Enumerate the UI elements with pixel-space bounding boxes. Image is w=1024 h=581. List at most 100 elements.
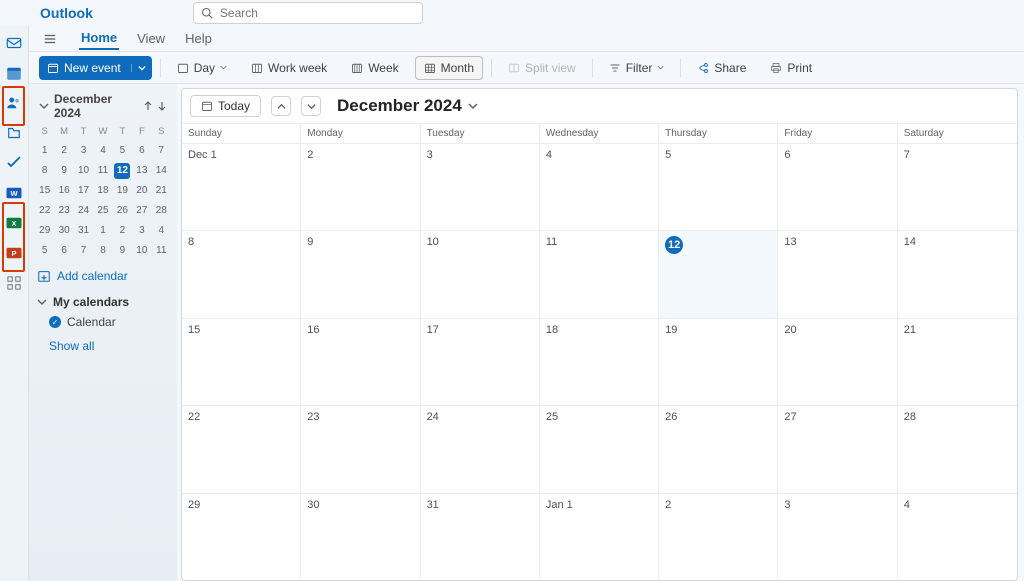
tab-home[interactable]: Home — [79, 27, 119, 50]
mini-day-cell[interactable]: 17 — [76, 183, 92, 199]
mini-day-cell[interactable]: 9 — [114, 243, 130, 259]
day-cell[interactable]: 13 — [778, 230, 897, 317]
day-cell[interactable]: 14 — [898, 230, 1017, 317]
day-cell[interactable]: 8 — [182, 230, 301, 317]
day-cell[interactable]: 30 — [301, 493, 420, 580]
next-month-button[interactable] — [301, 96, 321, 116]
day-cell[interactable]: 20 — [778, 318, 897, 405]
day-cell[interactable]: 22 — [182, 405, 301, 492]
mini-day-cell[interactable]: 5 — [114, 143, 130, 159]
mini-day-cell[interactable]: 10 — [134, 243, 150, 259]
day-cell[interactable]: 15 — [182, 318, 301, 405]
hamburger-icon[interactable] — [43, 32, 57, 46]
day-cell[interactable]: 24 — [421, 405, 540, 492]
mini-day-cell[interactable]: 7 — [153, 143, 169, 159]
mini-day-cell[interactable]: 24 — [76, 203, 92, 219]
word-icon[interactable]: W — [5, 184, 23, 202]
mini-day-cell[interactable]: 5 — [37, 243, 53, 259]
view-workweek-button[interactable]: Work week — [243, 56, 335, 80]
day-cell[interactable]: 29 — [182, 493, 301, 580]
day-cell[interactable]: 27 — [778, 405, 897, 492]
mini-day-cell[interactable]: 11 — [95, 163, 111, 179]
day-cell[interactable]: 2 — [659, 493, 778, 580]
mini-day-cell[interactable]: 14 — [153, 163, 169, 179]
day-cell[interactable]: 12 — [659, 230, 778, 317]
mini-prev-month[interactable] — [141, 99, 155, 113]
todo-icon[interactable] — [5, 154, 23, 172]
mini-day-cell[interactable]: 20 — [134, 183, 150, 199]
day-cell[interactable]: 3 — [421, 143, 540, 230]
mini-next-month[interactable] — [155, 99, 169, 113]
day-cell[interactable]: 9 — [301, 230, 420, 317]
day-cell[interactable]: 17 — [421, 318, 540, 405]
mini-day-cell[interactable]: 6 — [134, 143, 150, 159]
files-icon[interactable] — [5, 124, 23, 142]
day-cell[interactable]: 18 — [540, 318, 659, 405]
mini-day-cell[interactable]: 15 — [37, 183, 53, 199]
mini-day-cell[interactable]: 6 — [56, 243, 72, 259]
mini-day-cell[interactable]: 2 — [114, 223, 130, 239]
mini-day-cell[interactable]: 1 — [95, 223, 111, 239]
day-cell[interactable]: 25 — [540, 405, 659, 492]
mini-day-cell[interactable]: 21 — [153, 183, 169, 199]
day-cell[interactable]: 10 — [421, 230, 540, 317]
day-cell[interactable]: 4 — [540, 143, 659, 230]
new-event-dropdown[interactable] — [131, 64, 152, 72]
tab-help[interactable]: Help — [183, 28, 214, 49]
view-month-button[interactable]: Month — [415, 56, 483, 80]
mail-icon[interactable] — [5, 34, 23, 52]
mini-day-cell[interactable]: 22 — [37, 203, 53, 219]
day-cell[interactable]: 31 — [421, 493, 540, 580]
day-cell[interactable]: Jan 1 — [540, 493, 659, 580]
mini-day-cell[interactable]: 9 — [56, 163, 72, 179]
day-cell[interactable]: 23 — [301, 405, 420, 492]
add-calendar-button[interactable]: Add calendar — [37, 269, 169, 283]
prev-month-button[interactable] — [271, 96, 291, 116]
mini-day-cell[interactable]: 29 — [37, 223, 53, 239]
mini-day-cell[interactable]: 31 — [76, 223, 92, 239]
day-cell[interactable]: 5 — [659, 143, 778, 230]
mini-day-cell[interactable]: 1 — [37, 143, 53, 159]
view-week-button[interactable]: Week — [343, 56, 406, 80]
day-cell[interactable]: 2 — [301, 143, 420, 230]
mini-day-cell[interactable]: 25 — [95, 203, 111, 219]
share-button[interactable]: Share — [689, 56, 754, 80]
day-cell[interactable]: Dec 1 — [182, 143, 301, 230]
mini-day-cell[interactable]: 19 — [114, 183, 130, 199]
day-cell[interactable]: 21 — [898, 318, 1017, 405]
mini-day-cell[interactable]: 11 — [153, 243, 169, 259]
today-button[interactable]: Today — [190, 95, 261, 117]
day-cell[interactable]: 6 — [778, 143, 897, 230]
new-event-button[interactable]: New event — [39, 56, 152, 80]
show-all-link[interactable]: Show all — [49, 339, 169, 353]
day-cell[interactable]: 19 — [659, 318, 778, 405]
calendar-icon[interactable] — [5, 64, 23, 82]
day-cell[interactable]: 28 — [898, 405, 1017, 492]
mini-day-cell[interactable]: 4 — [153, 223, 169, 239]
filter-button[interactable]: Filter — [601, 56, 673, 80]
day-cell[interactable]: 4 — [898, 493, 1017, 580]
mini-collapse-icon[interactable] — [37, 99, 51, 113]
print-button[interactable]: Print — [762, 56, 820, 80]
mini-day-cell[interactable]: 18 — [95, 183, 111, 199]
mini-day-cell[interactable]: 26 — [114, 203, 130, 219]
search-input[interactable] — [193, 2, 423, 24]
day-cell[interactable]: 7 — [898, 143, 1017, 230]
day-cell[interactable]: 3 — [778, 493, 897, 580]
mini-month-title[interactable]: December 2024 — [51, 92, 141, 120]
mini-day-cell[interactable]: 13 — [134, 163, 150, 179]
day-cell[interactable]: 26 — [659, 405, 778, 492]
day-cell[interactable]: 11 — [540, 230, 659, 317]
mini-day-cell[interactable]: 30 — [56, 223, 72, 239]
mini-day-cell[interactable]: 7 — [76, 243, 92, 259]
mini-day-cell[interactable]: 28 — [153, 203, 169, 219]
mini-day-cell[interactable]: 8 — [95, 243, 111, 259]
mini-day-cell[interactable]: 12 — [114, 163, 130, 179]
my-calendars-toggle[interactable]: My calendars — [37, 295, 169, 309]
mini-day-cell[interactable]: 16 — [56, 183, 72, 199]
month-title-button[interactable]: December 2024 — [337, 96, 478, 116]
tab-view[interactable]: View — [135, 28, 167, 49]
mini-day-cell[interactable]: 3 — [76, 143, 92, 159]
brand-outlook[interactable]: Outlook — [40, 5, 193, 21]
mini-day-cell[interactable]: 10 — [76, 163, 92, 179]
